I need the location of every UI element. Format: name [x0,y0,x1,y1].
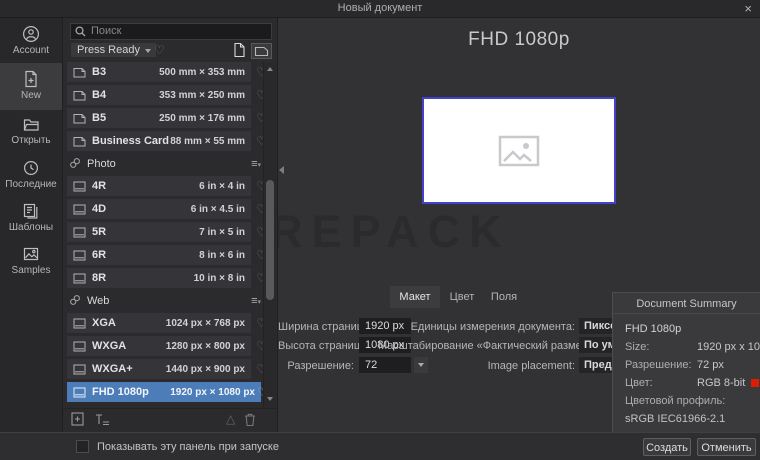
open-folder-icon [22,115,40,133]
units-label: Единицы измерения документа: [410,321,575,333]
tab-color[interactable]: Цвет [442,286,482,308]
search-box [70,21,272,40]
preset-row[interactable]: 4R 6 in × 4 in ♡ [67,176,264,196]
print-page-icon [73,113,86,123]
summary-size: Size:1920 px x 1080 px [625,341,760,353]
filter-row: Press Ready ♡ [70,42,272,59]
page-height-label: Высота страницы: [278,340,372,352]
sidebar-item-recent[interactable]: Последние [0,159,62,190]
new-document-dialog: Новый документ × Account New Открыть Пос… [0,0,760,460]
summary-profile-label: Цветовой профиль: [625,395,726,407]
section-header-photo[interactable]: Photo ≡▾ [67,154,261,174]
summary-resolution: Разрешение: 72 px [625,359,724,371]
sidebar-item-account[interactable]: Account [0,25,62,56]
preset-panel: Press Ready ♡ B3 500 mm × 353 mm ♡ B4 35… [62,18,279,432]
show-panel-label: Показывать эту панель при запуске [97,441,279,453]
screen-icon [73,364,86,374]
preset-row-selected[interactable]: FHD 1080p 1920 px × 1080 px ♡ [67,382,264,402]
preset-row[interactable]: B5 250 mm × 176 mm ♡ [67,108,264,128]
create-button[interactable]: Создать [643,438,691,456]
cancel-button[interactable]: Отменить [697,438,756,456]
search-input[interactable] [70,22,272,40]
footer-bar: Показывать эту панель при запуске Создат… [0,432,760,460]
image-placement-label: Image placement: [487,360,575,372]
summary-color: Цвет: RGB 8-bit [625,377,760,389]
collapse-panel-icon[interactable] [279,166,284,174]
preset-list: B3 500 mm × 353 mm ♡ B4 353 mm × 250 mm … [63,62,264,408]
preset-row[interactable]: WXGA+ 1440 px × 900 px ♡ [67,359,264,379]
section-menu-icon[interactable]: ≡▾ [251,295,261,307]
photo-paper-icon [73,181,86,191]
list-scrollbar[interactable] [263,62,276,408]
rename-preset-icon[interactable] [94,412,111,432]
section-menu-icon[interactable]: ≡▾ [251,158,261,170]
preset-row[interactable]: XGA 1024 px × 768 px ♡ [67,313,264,333]
photo-paper-icon [73,204,86,214]
tab-layout[interactable]: Макет [390,286,440,308]
preset-toolbar: △ [63,408,279,430]
samples-image-icon [22,245,40,263]
close-icon[interactable]: × [744,1,752,16]
preset-row[interactable]: B4 353 mm × 250 mm ♡ [67,85,264,105]
chevron-down-icon [144,49,151,53]
print-page-icon [73,136,86,146]
print-page-icon [73,90,86,100]
summary-title: Document Summary [613,293,760,314]
preset-row[interactable]: 5R 7 in × 5 in ♡ [67,222,264,242]
rgb-swatches [751,378,760,389]
scroll-down-icon[interactable] [267,397,273,401]
sidebar-item-open[interactable]: Открыть [0,115,62,146]
sidebar-item-samples[interactable]: Samples [0,245,62,276]
document-preview [422,97,616,204]
summary-profile-value: sRGB IEC61966-2.1 [625,413,726,425]
preset-row[interactable]: B3 500 mm × 353 mm ♡ [67,62,264,82]
category-dropdown[interactable]: Press Ready [70,42,157,58]
red-swatch [751,379,760,387]
portrait-orientation-icon[interactable] [233,42,246,63]
watermark: REPACK [278,206,511,257]
section-header-web[interactable]: Web ≡▾ [67,291,261,311]
page-title: FHD 1080p [468,29,570,50]
account-icon [22,25,40,43]
photo-paper-icon [73,250,86,260]
sidebar-item-templates[interactable]: Шаблоны [0,202,62,233]
sidebar-item-new[interactable]: New [0,63,62,110]
trash-icon[interactable] [243,412,257,432]
search-icon [75,24,86,42]
scroll-up-icon[interactable] [267,67,273,71]
dialog-titlebar: Новый документ × [0,0,760,18]
screen-icon [73,318,86,328]
preset-row[interactable]: 4D 6 in × 4.5 in ♡ [67,199,264,219]
document-summary-panel: Document Summary FHD 1080p Size: 1920 px … [612,292,760,432]
preset-row[interactable]: 8R 10 in × 8 in ♡ [67,268,264,288]
print-page-icon [73,67,86,77]
dialog-title: Новый документ [337,2,423,14]
preset-row[interactable]: WXGA 1280 px × 800 px ♡ [67,336,264,356]
templates-icon [22,202,40,220]
tab-margins[interactable]: Поля [484,286,524,308]
link-icon [69,294,81,309]
scaling-label: Масштабирование «Фактический размер»: [378,340,598,352]
image-placeholder-icon [498,135,540,166]
resolution-label: Разрешение: [287,360,354,372]
summary-name: FHD 1080p [625,323,682,335]
photo-paper-icon [73,227,86,237]
link-icon [69,157,81,172]
page-width-label: Ширина страницы: [278,321,374,333]
photo-paper-icon [73,273,86,283]
warning-triangle-icon[interactable]: △ [226,413,235,425]
add-preset-icon[interactable] [71,412,85,432]
scrollbar-thumb[interactable] [266,180,274,300]
favorites-heart-icon[interactable]: ♡ [154,44,165,56]
recent-clock-icon [22,159,40,177]
sidebar: Account New Открыть Последние Шаблоны Sa… [0,18,62,432]
landscape-orientation-button[interactable] [251,43,272,59]
screen-icon [73,387,86,397]
preset-row[interactable]: Business Card 88 mm × 55 mm ♡ [67,131,264,151]
new-document-icon [22,70,40,88]
screen-icon [73,341,86,351]
show-panel-checkbox[interactable] [76,440,89,453]
preset-row[interactable]: 6R 8 in × 6 in ♡ [67,245,264,265]
